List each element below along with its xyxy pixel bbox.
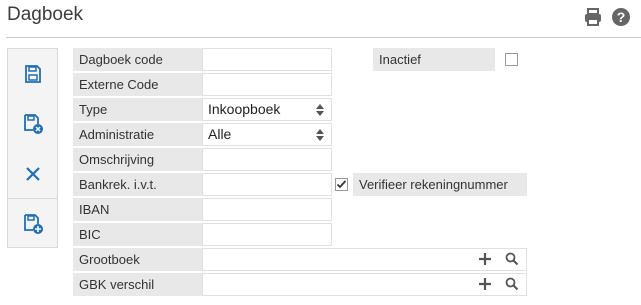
row-bic: BIC (73, 223, 333, 246)
save-and-close-icon (23, 113, 43, 134)
label-inactief: Inactief (373, 48, 495, 71)
close-icon (25, 166, 40, 181)
row-iban: IBAN (73, 198, 333, 221)
label-omschrijving: Omschrijving (73, 148, 202, 171)
save-and-close-button[interactable] (8, 99, 57, 148)
label-bankrek: Bankrek. i.v.t. (73, 173, 202, 196)
add-icon[interactable] (478, 277, 492, 291)
svg-text:?: ? (617, 9, 626, 25)
dagboek-code-input[interactable] (202, 48, 332, 71)
type-select-value: Inkoopboek (208, 101, 281, 117)
iban-input[interactable] (202, 198, 332, 221)
row-gbk-verschil: GBK verschil (73, 273, 528, 296)
label-gbk-verschil: GBK verschil (73, 273, 202, 296)
row-bankrek: Bankrek. i.v.t. Verifieer rekeningnummer (73, 173, 528, 196)
row-type: Type Inkoopboek (73, 98, 333, 121)
row-omschrijving: Omschrijving (73, 148, 333, 171)
page-title: Dagboek (7, 4, 84, 25)
bic-input[interactable] (202, 223, 332, 246)
header-divider (6, 37, 641, 38)
label-type: Type (73, 98, 202, 121)
search-icon[interactable] (505, 252, 519, 266)
help-icon[interactable]: ? (611, 7, 631, 27)
add-icon[interactable] (478, 252, 492, 266)
close-button[interactable] (8, 149, 57, 198)
search-icon[interactable] (505, 277, 519, 291)
select-arrows-icon (316, 129, 324, 141)
verifieer-checkbox[interactable] (335, 178, 348, 191)
save-and-new-button[interactable] (8, 199, 57, 248)
label-externe-code: Externe Code (73, 73, 202, 96)
inactief-checkbox[interactable] (505, 53, 518, 66)
externe-code-input[interactable] (202, 73, 332, 96)
header-actions: ? (583, 7, 631, 27)
label-dagboek-code: Dagboek code (73, 48, 202, 71)
bankrek-input[interactable] (202, 173, 332, 196)
printer-icon[interactable] (583, 7, 603, 27)
row-dagboek-code: Dagboek code Inactief (73, 48, 528, 71)
type-select[interactable]: Inkoopboek (202, 98, 332, 121)
label-grootboek: Grootboek (73, 248, 202, 271)
save-and-new-icon (23, 213, 43, 234)
save-icon (24, 64, 41, 83)
label-iban: IBAN (73, 198, 202, 221)
administratie-select-value: Alle (208, 126, 232, 142)
label-verifieer: Verifieer rekeningnummer (353, 173, 527, 196)
label-bic: BIC (73, 223, 202, 246)
row-administratie: Administratie Alle (73, 123, 333, 146)
save-button[interactable] (8, 49, 57, 98)
row-grootboek: Grootboek (73, 248, 528, 271)
label-administratie: Administratie (73, 123, 202, 146)
select-arrows-icon (316, 104, 324, 116)
omschrijving-input[interactable] (202, 148, 332, 171)
checkmark-icon (336, 180, 347, 189)
administratie-select[interactable]: Alle (202, 123, 332, 146)
row-externe-code: Externe Code (73, 73, 333, 96)
action-toolbar (7, 48, 58, 248)
